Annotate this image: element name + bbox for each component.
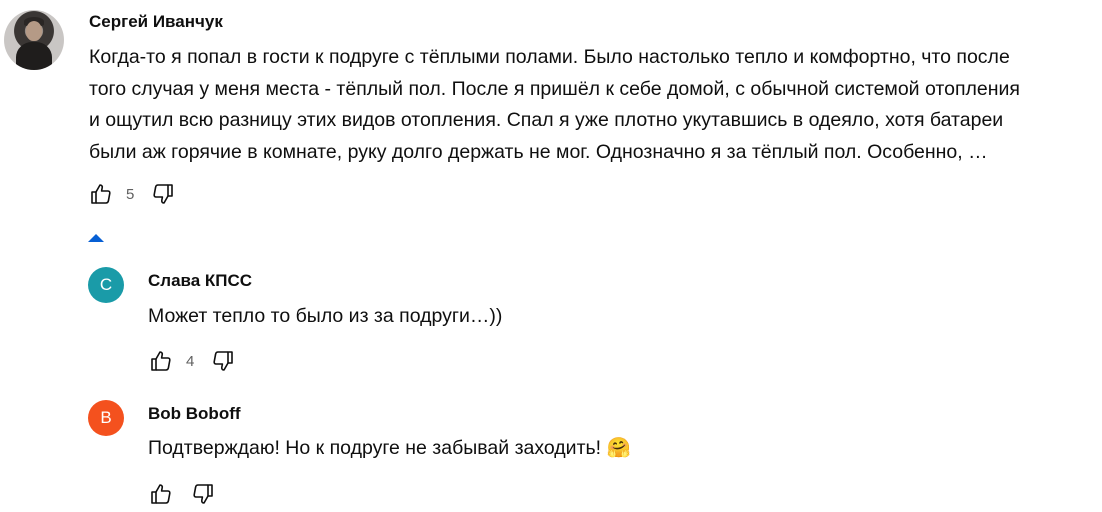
comment-text-line: были аж горячие в комнате, руку долго де… bbox=[89, 141, 988, 163]
thumbs-down-icon bbox=[213, 351, 234, 371]
reply-author[interactable]: Слава КПСС bbox=[148, 271, 252, 291]
reply-text: Может тепло то было из за подруги…)) bbox=[148, 305, 503, 327]
thumbs-up-icon bbox=[151, 351, 171, 371]
like-count: 5 bbox=[126, 185, 135, 203]
comment: Сергей Иванчук Когда-то я попал в гости … bbox=[0, 0, 1102, 220]
thumbs-down-icon bbox=[193, 484, 213, 504]
reply-author[interactable]: Bob Boboff bbox=[148, 404, 241, 424]
avatar-face bbox=[26, 21, 42, 41]
reply: B Bob Boboff Подтверждаю! Но к подруге н… bbox=[0, 388, 1102, 512]
reply-actions: 4 bbox=[148, 348, 236, 374]
avatar[interactable] bbox=[4, 10, 64, 70]
reply: С Слава КПСС Может тепло то было из за п… bbox=[0, 255, 1102, 380]
dislike-button[interactable] bbox=[150, 181, 176, 207]
comment-actions: 5 bbox=[88, 181, 176, 207]
like-count: 4 bbox=[186, 352, 195, 370]
avatar[interactable]: С bbox=[88, 267, 124, 303]
dislike-button[interactable] bbox=[210, 348, 236, 374]
comment-text-line: и ощутил всю разницу этих видов отоплени… bbox=[89, 109, 1004, 131]
collapse-replies-icon[interactable] bbox=[86, 232, 106, 244]
thumbs-up-icon bbox=[91, 184, 111, 204]
comment-author[interactable]: Сергей Иванчук bbox=[89, 12, 223, 32]
avatar[interactable]: B bbox=[88, 400, 124, 436]
avatar-letter: С bbox=[99, 275, 113, 294]
like-button[interactable] bbox=[148, 348, 174, 374]
comment-text-line: того случая у меня места - тёплый пол. П… bbox=[89, 78, 1020, 100]
avatar-body bbox=[16, 42, 52, 70]
thumbs-up-icon bbox=[151, 484, 171, 504]
reply-text: Подтверждаю! Но к подруге не забывай зах… bbox=[148, 437, 631, 459]
dislike-button[interactable] bbox=[190, 481, 216, 507]
like-button[interactable] bbox=[88, 181, 114, 207]
thumbs-down-icon bbox=[153, 184, 174, 204]
like-button[interactable] bbox=[148, 481, 174, 507]
comment-text-line: Когда-то я попал в гости к подруге с тёп… bbox=[89, 46, 1010, 68]
avatar-letter: B bbox=[100, 408, 112, 427]
reply-actions bbox=[148, 481, 216, 507]
